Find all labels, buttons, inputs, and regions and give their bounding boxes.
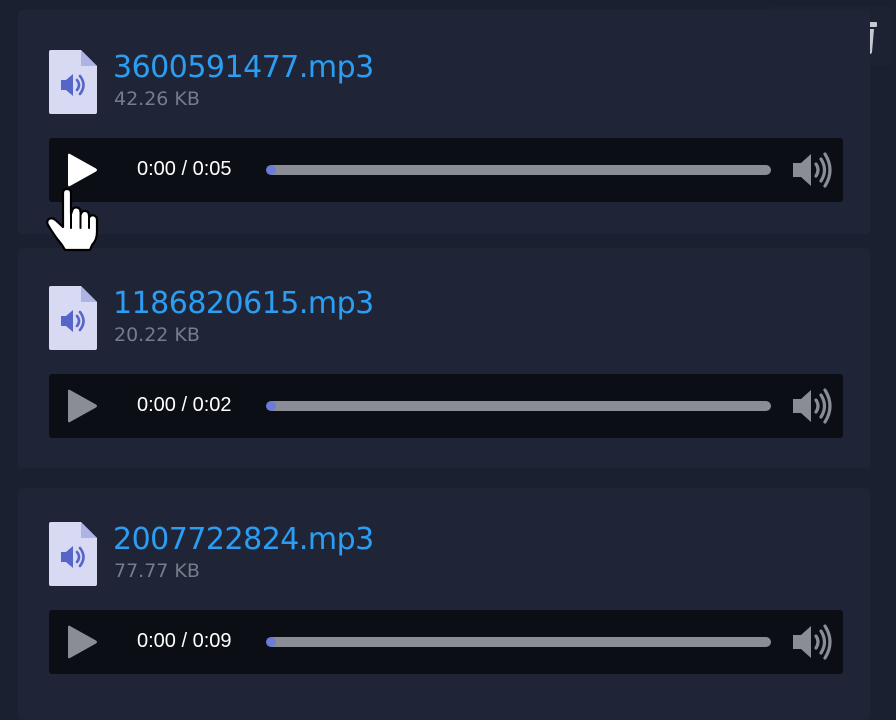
seek-bar[interactable] bbox=[266, 165, 771, 175]
volume-icon bbox=[793, 152, 832, 188]
volume-icon bbox=[793, 624, 832, 660]
volume-button[interactable] bbox=[791, 622, 833, 662]
seek-bar[interactable] bbox=[266, 637, 771, 647]
time-display: 0:00 / 0:09 bbox=[137, 630, 232, 652]
audio-file-icon bbox=[49, 522, 97, 586]
audio-player: 0:00 / 0:09 bbox=[49, 610, 843, 674]
audio-file-icon bbox=[49, 286, 97, 350]
file-size: 42.26 KB bbox=[114, 88, 200, 110]
audio-file-card: 3600591477.mp3 42.26 KB 0:00 / 0:05 bbox=[18, 10, 870, 234]
play-icon bbox=[68, 153, 97, 187]
audio-file-card: 2007722824.mp3 77.77 KB 0:00 / 0:09 bbox=[18, 488, 870, 720]
file-name[interactable]: 3600591477.mp3 bbox=[113, 50, 374, 85]
play-button[interactable] bbox=[63, 152, 101, 188]
hand-cursor-icon bbox=[46, 188, 99, 252]
audio-file-card: 1186820615.mp3 20.22 KB 0:00 / 0:02 bbox=[18, 248, 870, 468]
time-display: 0:00 / 0:05 bbox=[137, 158, 232, 180]
play-icon bbox=[68, 625, 97, 659]
volume-button[interactable] bbox=[791, 386, 833, 426]
audio-player: 0:00 / 0:05 bbox=[49, 138, 843, 202]
audio-file-icon bbox=[49, 50, 97, 114]
seek-bar-handle[interactable] bbox=[266, 637, 276, 647]
file-size: 20.22 KB bbox=[114, 324, 200, 346]
file-name[interactable]: 2007722824.mp3 bbox=[113, 522, 374, 557]
seek-bar[interactable] bbox=[266, 401, 771, 411]
volume-icon bbox=[793, 388, 832, 424]
audio-player: 0:00 / 0:02 bbox=[49, 374, 843, 438]
time-display: 0:00 / 0:02 bbox=[137, 394, 232, 416]
play-button[interactable] bbox=[63, 624, 101, 660]
file-name[interactable]: 1186820615.mp3 bbox=[113, 286, 374, 321]
file-size: 77.77 KB bbox=[114, 560, 200, 582]
play-icon bbox=[68, 389, 97, 423]
play-button[interactable] bbox=[63, 388, 101, 424]
volume-button[interactable] bbox=[791, 150, 833, 190]
seek-bar-handle[interactable] bbox=[266, 401, 276, 411]
seek-bar-handle[interactable] bbox=[266, 165, 276, 175]
